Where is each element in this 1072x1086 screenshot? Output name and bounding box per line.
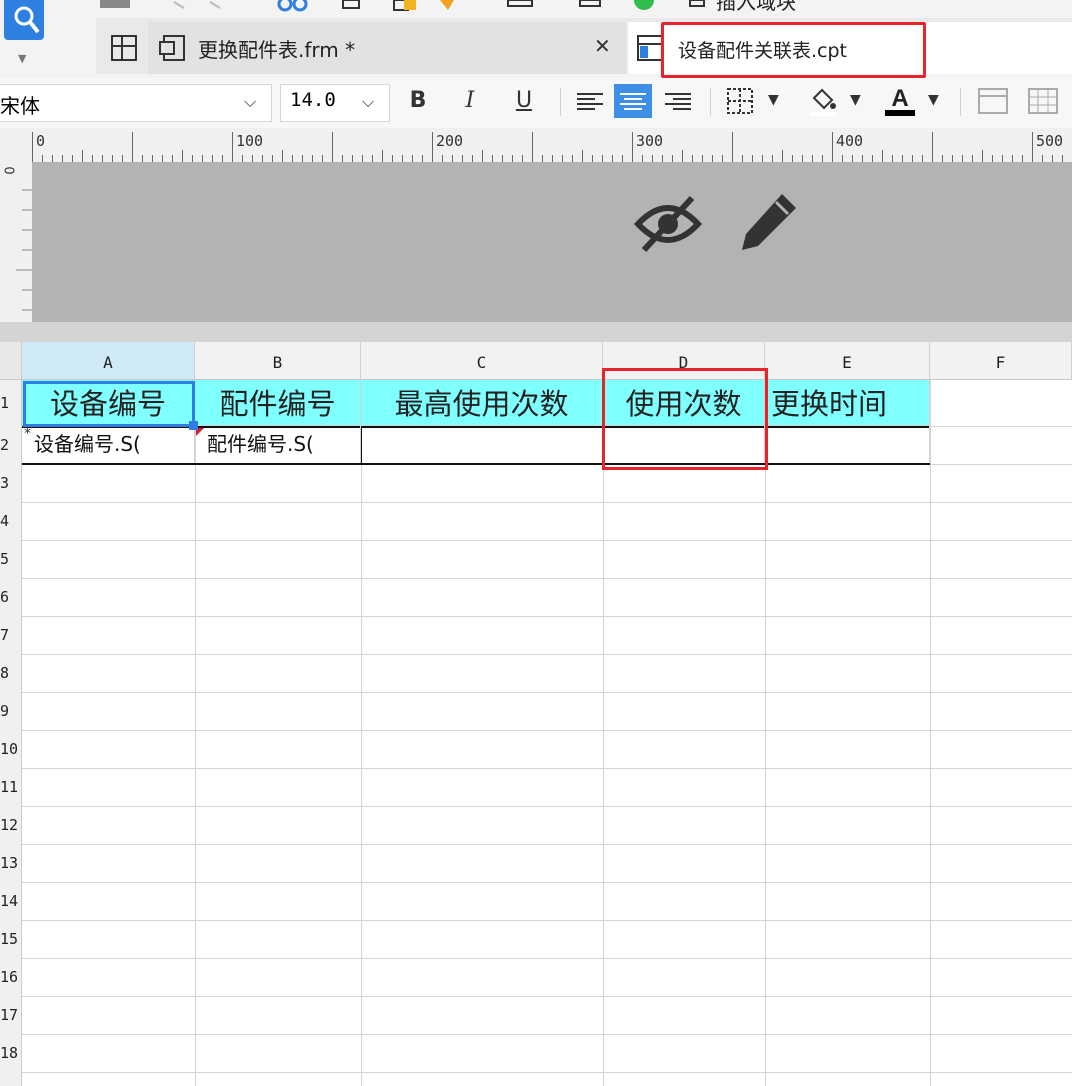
border-icon[interactable] bbox=[724, 86, 758, 116]
toolbar-doc-icon[interactable] bbox=[98, 0, 134, 10]
underline-button[interactable]: U bbox=[510, 86, 538, 116]
svg-text:A: A bbox=[891, 85, 908, 112]
tab-form-file-label: 更换配件表.frm * bbox=[198, 38, 356, 62]
cell-c1[interactable]: 最高使用次数 bbox=[361, 380, 603, 426]
row-header-13[interactable]: 13 bbox=[0, 844, 22, 882]
pane-splitter[interactable] bbox=[0, 322, 1072, 342]
row-header-16[interactable]: 16 bbox=[0, 958, 22, 996]
font-family-select[interactable] bbox=[0, 84, 272, 122]
chevron-down-icon[interactable]: ⌵ bbox=[244, 92, 256, 112]
row-header-4[interactable]: 4 bbox=[0, 502, 22, 540]
font-color-icon[interactable]: A bbox=[882, 84, 918, 120]
column-header-e[interactable]: E bbox=[765, 342, 930, 380]
fill-dropdown-icon[interactable]: ▼ bbox=[850, 92, 861, 108]
ruler-label: 0 bbox=[36, 132, 46, 150]
toolbar-divider bbox=[960, 88, 961, 116]
bold-button[interactable]: B bbox=[404, 86, 432, 116]
row-header-6[interactable]: 6 bbox=[0, 578, 22, 616]
column-header-f[interactable]: F bbox=[930, 342, 1072, 380]
align-left-icon[interactable] bbox=[574, 86, 606, 116]
border-dropdown-icon[interactable]: ▼ bbox=[768, 92, 779, 108]
row-header-5[interactable]: 5 bbox=[0, 540, 22, 578]
insert-block-label[interactable]: 插入域块 bbox=[716, 0, 796, 15]
fill-color-icon[interactable] bbox=[806, 84, 840, 118]
app-logo-button[interactable] bbox=[4, 0, 44, 40]
cell-b1[interactable]: 配件编号 bbox=[195, 380, 361, 426]
row-header-2[interactable]: 2 bbox=[0, 426, 22, 464]
row-header-1[interactable]: 1 bbox=[0, 380, 22, 426]
cell-e1[interactable]: 更换时间 bbox=[765, 380, 930, 426]
column-header-b[interactable]: B bbox=[195, 342, 361, 380]
row-header-12[interactable]: 12 bbox=[0, 806, 22, 844]
font-size-value: 14.0 bbox=[290, 89, 336, 111]
run-icon[interactable] bbox=[630, 0, 660, 10]
vertical-ruler-label: 0 bbox=[0, 166, 16, 175]
cell-a2[interactable]: 设备编号.S( bbox=[22, 426, 195, 464]
row-header-10[interactable]: 10 bbox=[0, 730, 22, 768]
grid-corner[interactable] bbox=[0, 342, 22, 380]
preview-icon[interactable] bbox=[504, 0, 540, 10]
italic-button[interactable]: I bbox=[456, 86, 484, 116]
ruler-label: 300 bbox=[636, 132, 664, 150]
grid-lines bbox=[22, 380, 1072, 1086]
hidden-eye-icon[interactable] bbox=[632, 192, 704, 256]
align-right-icon[interactable] bbox=[662, 86, 694, 116]
parameter-pane bbox=[32, 162, 1072, 322]
merge-cells-icon[interactable] bbox=[976, 86, 1010, 116]
row-header-14[interactable]: 14 bbox=[0, 882, 22, 920]
row-header-8[interactable]: 8 bbox=[0, 654, 22, 692]
chevron-down-icon[interactable]: ⌵ bbox=[362, 92, 374, 112]
fill-handle[interactable] bbox=[189, 421, 198, 430]
link-icon[interactable] bbox=[276, 0, 312, 12]
toolbar-divider bbox=[710, 88, 711, 116]
column-header-a[interactable]: A bbox=[22, 342, 195, 380]
search-doc-icon bbox=[14, 6, 40, 34]
align-center-icon[interactable] bbox=[614, 84, 652, 118]
column-header-c[interactable]: C bbox=[361, 342, 603, 380]
tab-highlight-box bbox=[661, 22, 926, 78]
form-file-icon bbox=[159, 35, 185, 61]
font-color-dropdown-icon[interactable]: ▼ bbox=[928, 92, 939, 108]
row-header-11[interactable]: 11 bbox=[0, 768, 22, 806]
ruler-ticks bbox=[32, 132, 1063, 162]
toolbar-divider bbox=[560, 88, 561, 116]
expand-marker-icon: * bbox=[24, 426, 31, 442]
cell-e2[interactable] bbox=[765, 426, 930, 464]
form-grid-icon[interactable] bbox=[110, 34, 140, 64]
brush-icon[interactable] bbox=[436, 0, 460, 12]
data-row-bottom-border bbox=[22, 463, 930, 465]
row-header-9[interactable]: 9 bbox=[0, 692, 22, 730]
split-cells-icon[interactable] bbox=[1026, 86, 1060, 116]
new-file-icon[interactable] bbox=[340, 0, 364, 10]
undo-redo-icon[interactable] bbox=[170, 0, 230, 10]
cell-c2[interactable] bbox=[361, 426, 603, 464]
column-d-highlight-box bbox=[602, 368, 768, 470]
insert-block-icon[interactable] bbox=[686, 0, 710, 10]
row-header-15[interactable]: 15 bbox=[0, 920, 22, 958]
logo-dropdown-arrow[interactable]: ▼ bbox=[18, 52, 26, 65]
ruler-label: 500 bbox=[1036, 132, 1064, 150]
paste-icon[interactable] bbox=[392, 0, 422, 12]
zoom-icon[interactable] bbox=[576, 0, 606, 10]
ruler-label: 200 bbox=[436, 132, 464, 150]
vertical-ruler-ticks bbox=[16, 189, 32, 311]
cell-selection bbox=[23, 381, 195, 427]
row-header-17[interactable]: 17 bbox=[0, 996, 22, 1034]
ruler-label: 100 bbox=[236, 132, 264, 150]
row-header-7[interactable]: 7 bbox=[0, 616, 22, 654]
cell-b2[interactable]: 配件编号.S( bbox=[195, 426, 361, 464]
row-header-19[interactable] bbox=[0, 1072, 22, 1086]
font-family-value: 宋体 bbox=[0, 94, 40, 118]
tab-close-button[interactable]: ✕ bbox=[594, 34, 611, 58]
row-header-3[interactable]: 3 bbox=[0, 464, 22, 502]
ruler-label: 400 bbox=[836, 132, 864, 150]
row-header-18[interactable]: 18 bbox=[0, 1034, 22, 1072]
edit-pencil-icon[interactable] bbox=[736, 188, 802, 254]
